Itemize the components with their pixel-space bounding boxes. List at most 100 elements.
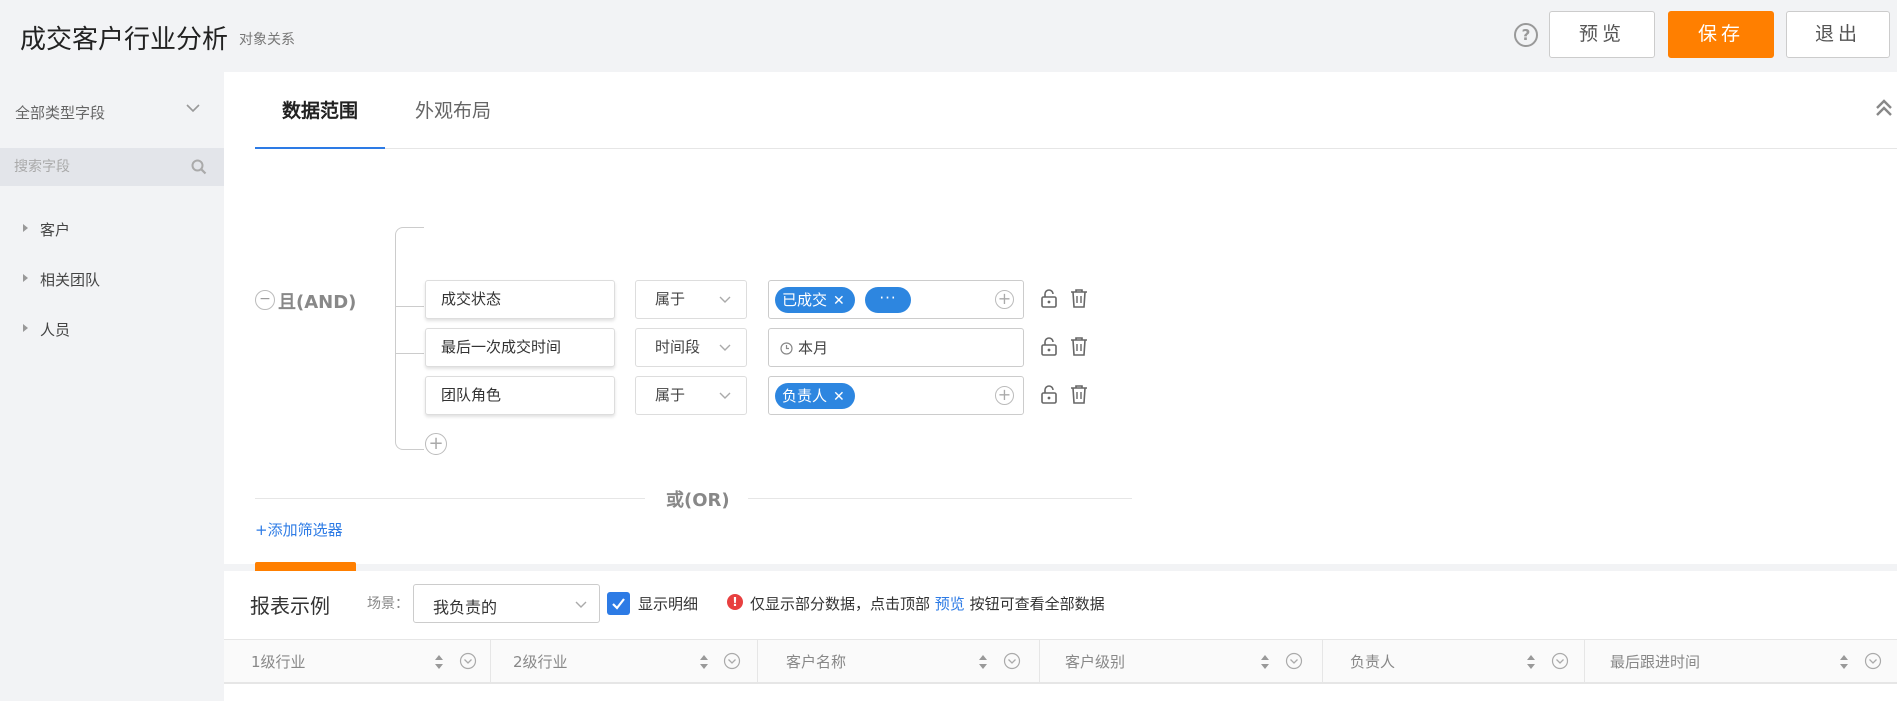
trash-icon[interactable] — [1070, 384, 1088, 404]
close-icon[interactable]: ✕ — [833, 293, 845, 309]
sort-icon[interactable] — [434, 654, 444, 670]
tree-line — [395, 237, 396, 439]
plus-circle-icon[interactable]: + — [995, 290, 1014, 309]
lock-icon[interactable] — [1040, 384, 1058, 404]
condition-value-2[interactable]: 本月 — [768, 328, 1024, 367]
warning-preview-link[interactable]: 预览 — [935, 595, 965, 613]
tree-line — [395, 227, 424, 237]
column-filter-icon[interactable] — [1864, 652, 1882, 670]
condition-field-2[interactable]: 最后一次成交时间 — [425, 328, 615, 367]
header: 成交客户行业分析 对象关系 ? 预览 保存 退出 — [0, 0, 1897, 72]
column-header[interactable]: 最后跟进时间 — [1585, 640, 1897, 683]
column-header[interactable]: 2级行业 — [491, 640, 758, 683]
caret-right-icon — [23, 324, 28, 332]
warning-prefix: 仅显示部分数据，点击顶部 — [750, 595, 931, 613]
preview-button[interactable]: 预览 — [1549, 11, 1655, 58]
filter-area: − 且(AND) 成交状态 属于 已成交 ✕ ··· + 最后一次成交时间 时间段… — [224, 149, 1897, 599]
add-condition-button[interactable]: + — [425, 433, 447, 455]
close-icon[interactable]: ✕ — [833, 389, 845, 405]
tag-label: 负责人 — [782, 387, 828, 405]
sort-icon[interactable] — [1260, 654, 1270, 670]
lock-icon[interactable] — [1040, 288, 1058, 308]
column-header[interactable]: 客户级别 — [1040, 640, 1323, 683]
tab-appearance-layout[interactable]: 外观布局 — [415, 96, 491, 123]
save-button[interactable]: 保存 — [1668, 11, 1774, 58]
column-header-label: 客户级别 — [1065, 653, 1126, 671]
and-group-label: 且(AND) — [278, 292, 357, 313]
add-filter-link[interactable]: +添加筛选器 — [255, 519, 343, 540]
trash-icon[interactable] — [1070, 288, 1088, 308]
field-type-select[interactable]: 全部类型字段 — [0, 92, 224, 132]
sort-icon[interactable] — [1839, 654, 1849, 670]
sort-icon[interactable] — [978, 654, 988, 670]
show-detail-checkbox[interactable] — [607, 592, 630, 615]
column-header[interactable]: 客户名称 — [758, 640, 1040, 683]
help-icon[interactable]: ? — [1514, 23, 1538, 47]
config-panel: 数据范围 外观布局 − 且(AND) 成交状态 属于 已成交 ✕ ··· + 最后… — [224, 72, 1897, 599]
scene-label: 场景： — [367, 596, 409, 612]
remove-circle-icon[interactable]: − — [255, 290, 275, 310]
scene-select[interactable]: 我负责的 — [413, 584, 600, 623]
scene-select-value: 我负责的 — [433, 598, 498, 617]
sort-icon[interactable] — [699, 654, 709, 670]
search-icon[interactable] — [190, 158, 208, 176]
divider — [748, 498, 1132, 499]
column-header-label: 最后跟进时间 — [1610, 653, 1701, 671]
operator-value: 属于 — [655, 386, 686, 404]
sidebar-item-label: 相关团队 — [40, 271, 101, 289]
condition-operator-2[interactable]: 时间段 — [635, 328, 747, 367]
time-range-value: 本月 — [798, 339, 829, 357]
tab-data-range[interactable]: 数据范围 — [255, 96, 385, 149]
column-header[interactable]: 负责人 — [1323, 640, 1585, 683]
tree-line — [395, 353, 424, 354]
column-header[interactable]: 1级行业 — [224, 640, 491, 683]
page-title: 成交客户行业分析 — [20, 25, 229, 55]
field-type-select-value: 全部类型字段 — [15, 104, 106, 122]
exit-button[interactable]: 退出 — [1786, 11, 1890, 58]
sidebar-item-label: 人员 — [40, 321, 71, 339]
column-filter-icon[interactable] — [1551, 652, 1569, 670]
page-subtitle: 对象关系 — [239, 32, 295, 48]
sidebar-item-personnel[interactable]: 人员 — [0, 314, 224, 344]
tree-line — [395, 306, 424, 307]
column-header-label: 客户名称 — [786, 653, 847, 671]
field-search-input[interactable] — [14, 148, 184, 186]
warning-suffix: 按钮可查看全部数据 — [969, 595, 1105, 613]
sort-icon[interactable] — [1526, 654, 1536, 670]
report-title: 报表示例 — [250, 594, 330, 618]
value-tag: 已成交 ✕ — [775, 287, 855, 313]
column-filter-icon[interactable] — [1285, 652, 1303, 670]
condition-value-1[interactable]: 已成交 ✕ ··· + — [768, 280, 1024, 319]
sidebar: 全部类型字段 客户 相关团队 人员 — [0, 72, 224, 701]
column-filter-icon[interactable] — [459, 652, 477, 670]
condition-operator-1[interactable]: 属于 — [635, 280, 747, 319]
condition-operator-3[interactable]: 属于 — [635, 376, 747, 415]
field-search — [0, 148, 224, 186]
report-preview: 报表示例 场景： 我负责的 显示明细 ! 仅显示部分数据，点击顶部 预览 按钮可… — [224, 571, 1897, 701]
chevron-down-icon — [186, 104, 200, 113]
collapse-up-icon[interactable] — [1873, 96, 1895, 120]
sidebar-item-related-team[interactable]: 相关团队 — [0, 264, 224, 294]
plus-circle-icon[interactable]: + — [995, 386, 1014, 405]
lock-icon[interactable] — [1040, 336, 1058, 356]
condition-field-3[interactable]: 团队角色 — [425, 376, 615, 415]
clock-icon — [780, 342, 793, 355]
column-filter-icon[interactable] — [723, 652, 741, 670]
value-tag: 负责人 ✕ — [775, 383, 855, 409]
condition-field-1[interactable]: 成交状态 — [425, 280, 615, 319]
sidebar-item-customer[interactable]: 客户 — [0, 214, 224, 244]
warning-icon: ! — [727, 594, 743, 610]
chevron-down-icon — [719, 344, 731, 351]
trash-icon[interactable] — [1070, 336, 1088, 356]
more-tags-badge[interactable]: ··· — [865, 287, 911, 313]
condition-value-3[interactable]: 负责人 ✕ + — [768, 376, 1024, 415]
or-group-label: 或(OR) — [666, 490, 730, 511]
show-detail-label: 显示明细 — [638, 595, 699, 613]
column-filter-icon[interactable] — [1003, 652, 1021, 670]
chevron-down-icon — [719, 296, 731, 303]
chevron-down-icon — [719, 392, 731, 399]
divider — [255, 498, 645, 499]
table-header: 1级行业 2级行业 客户名称 客户级别 负责人 最后跟进时间 — [224, 639, 1897, 684]
column-header-label: 1级行业 — [251, 653, 306, 671]
column-header-label: 2级行业 — [513, 653, 568, 671]
